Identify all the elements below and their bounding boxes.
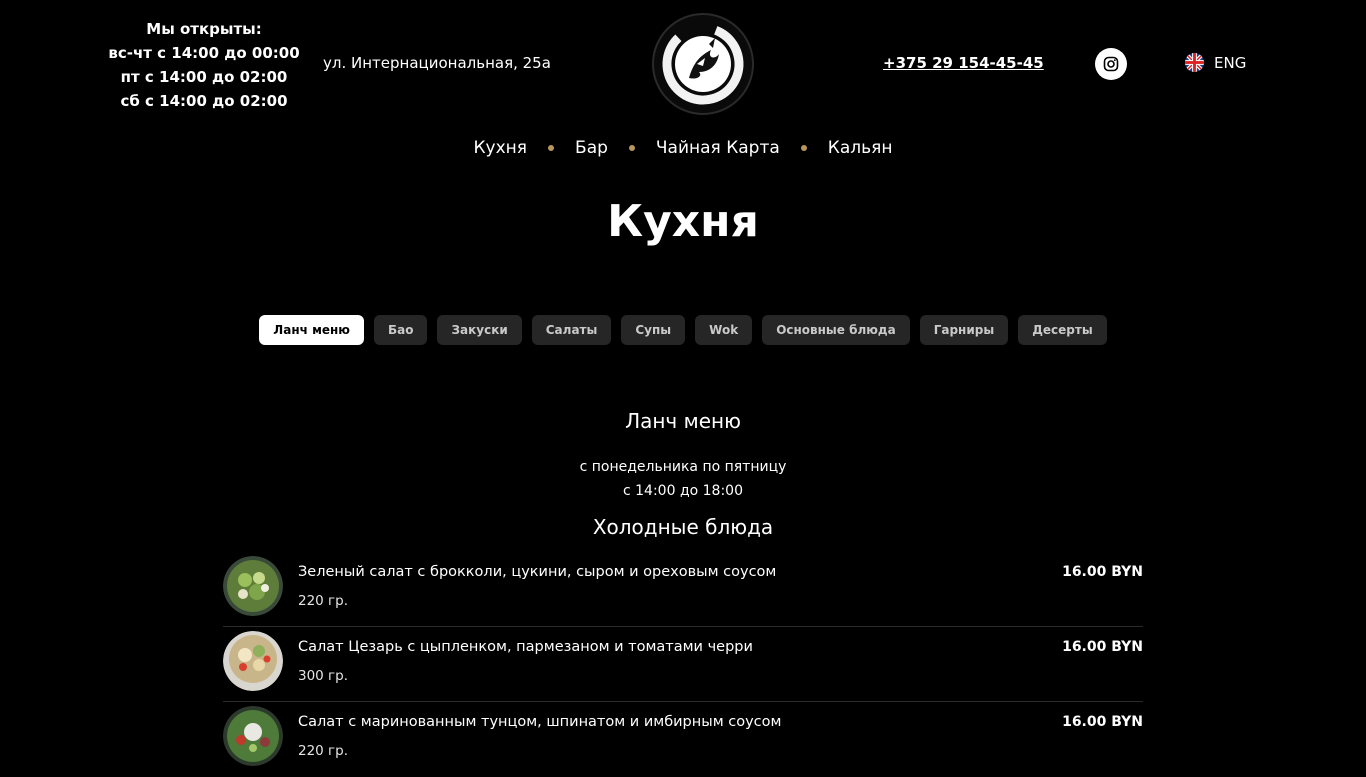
address: ул. Интернациональная, 25а	[323, 54, 551, 72]
menu-list: Зеленый салат с брокколи, цукини, сыром …	[223, 552, 1143, 777]
opening-hours: Мы открыты: вс-чт с 14:00 до 00:00 пт с …	[104, 17, 304, 113]
list-item[interactable]: Салат Цезарь с цыпленком, пармезаном и т…	[223, 627, 1143, 702]
uk-flag-icon	[1185, 53, 1204, 72]
hours-sun-thu: вс-чт с 14:00 до 00:00	[108, 44, 300, 62]
dish-name: Салат с маринованным тунцом, шпинатом и …	[298, 714, 782, 730]
instagram-button[interactable]	[1095, 48, 1127, 80]
tab-salads[interactable]: Салаты	[531, 315, 612, 345]
section-days: с понедельника по пятницу	[579, 459, 787, 475]
language-label: ENG	[1214, 53, 1247, 72]
nav-item-tea-card[interactable]: Чайная Карта	[656, 138, 780, 158]
dish-image	[223, 631, 283, 691]
dish-price: 16.00 BYN	[1062, 564, 1143, 580]
phone-link[interactable]: +375 29 154-45-45	[883, 54, 1044, 72]
section-subtitle: с понедельника по пятницу с 14:00 до 18:…	[0, 455, 1366, 503]
category-tabs: Ланч меню Бао Закуски Салаты Супы Wok Ос…	[0, 315, 1366, 345]
tab-wok[interactable]: Wok	[695, 315, 753, 345]
dish-weight: 220 гр.	[298, 593, 349, 609]
page-title: Кухня	[607, 196, 759, 247]
nav-separator-dot	[628, 145, 635, 151]
tab-desserts[interactable]: Десерты	[1018, 315, 1107, 345]
tab-sides[interactable]: Гарниры	[919, 315, 1009, 345]
dish-weight: 220 гр.	[298, 743, 349, 759]
tab-bao[interactable]: Бао	[373, 315, 428, 345]
hours-title: Мы открыты:	[146, 20, 262, 38]
dish-price: 16.00 BYN	[1062, 714, 1143, 730]
nav-separator-dot	[800, 145, 807, 151]
list-item[interactable]: Салат с маринованным тунцом, шпинатом и …	[223, 702, 1143, 777]
list-item[interactable]: Зеленый салат с брокколи, цукини, сыром …	[223, 552, 1143, 627]
nav-item-kitchen[interactable]: Кухня	[473, 138, 527, 158]
nav-item-hookah[interactable]: Кальян	[828, 138, 893, 158]
nav-separator-dot	[548, 145, 555, 151]
logo-dragon[interactable]	[652, 13, 754, 115]
tab-soups[interactable]: Супы	[621, 315, 686, 345]
hours-fri: пт с 14:00 до 02:00	[120, 68, 288, 86]
section-time: с 14:00 до 18:00	[623, 483, 743, 499]
language-switch[interactable]: ENG	[1185, 53, 1246, 72]
tab-lunch-menu[interactable]: Ланч меню	[259, 315, 364, 345]
instagram-icon	[1103, 56, 1119, 72]
main-nav: Кухня Бар Чайная Карта Кальян	[0, 138, 1366, 158]
group-title: Холодные блюда	[592, 515, 774, 539]
dish-weight: 300 гр.	[298, 668, 349, 684]
dish-name: Зеленый салат с брокколи, цукини, сыром …	[298, 564, 777, 580]
dragon-logo-icon	[662, 23, 744, 105]
hours-sat: сб с 14:00 до 02:00	[120, 92, 288, 110]
tab-main-dishes[interactable]: Основные блюда	[762, 315, 910, 345]
dish-price: 16.00 BYN	[1062, 639, 1143, 655]
dish-name: Салат Цезарь с цыпленком, пармезаном и т…	[298, 639, 753, 655]
dish-image	[223, 556, 283, 616]
dish-image	[223, 706, 283, 766]
nav-item-bar[interactable]: Бар	[575, 138, 608, 158]
section-title: Ланч меню	[625, 409, 741, 433]
tab-snacks[interactable]: Закуски	[437, 315, 522, 345]
